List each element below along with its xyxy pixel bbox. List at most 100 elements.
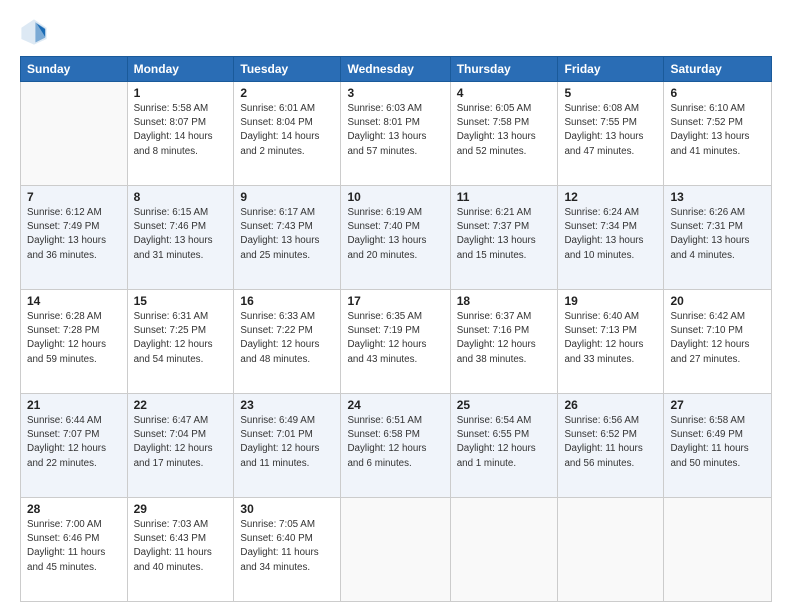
calendar-cell: 27Sunrise: 6:58 AMSunset: 6:49 PMDayligh…	[664, 394, 772, 498]
calendar-cell: 4 Sunrise: 6:05 AMSunset: 7:58 PMDaylight…	[450, 82, 558, 186]
calendar-cell: 17Sunrise: 6:35 AMSunset: 7:19 PMDayligh…	[341, 290, 450, 394]
calendar-cell: 6 Sunrise: 6:10 AMSunset: 7:52 PMDaylight…	[664, 82, 772, 186]
day-info: Sunrise: 6:15 AMSunset: 7:46 PMDaylight:…	[134, 206, 228, 263]
week-row-3: 21 Sunrise: 6:44 AMSunset: 7:07 PMDayligh…	[21, 394, 772, 498]
day-number: 16	[240, 294, 334, 308]
weekday-header-row: SundayMondayTuesdayWednesdayThursdayFrid…	[21, 57, 772, 82]
day-number: 15	[134, 294, 228, 308]
day-info: Sunrise: 6:26 AMSunset: 7:31 PMDaylight:…	[670, 206, 765, 263]
weekday-saturday: Saturday	[664, 57, 772, 82]
day-number: 21	[27, 398, 121, 412]
calendar-cell: 20 Sunrise: 6:42 AMSunset: 7:10 PMDayligh…	[664, 290, 772, 394]
day-info: Sunrise: 6:56 AMSunset: 6:52 PMDaylight:…	[564, 414, 657, 471]
calendar-cell: 14Sunrise: 6:28 AMSunset: 7:28 PMDayligh…	[21, 290, 128, 394]
weekday-wednesday: Wednesday	[341, 57, 450, 82]
logo	[20, 18, 52, 46]
calendar-cell: 12 Sunrise: 6:24 AMSunset: 7:34 PMDayligh…	[558, 186, 664, 290]
week-row-1: 7 Sunrise: 6:12 AMSunset: 7:49 PMDaylight…	[21, 186, 772, 290]
weekday-friday: Friday	[558, 57, 664, 82]
weekday-sunday: Sunday	[21, 57, 128, 82]
day-number: 30	[240, 502, 334, 516]
day-number: 14	[27, 294, 121, 308]
calendar-cell: 13 Sunrise: 6:26 AMSunset: 7:31 PMDayligh…	[664, 186, 772, 290]
day-info: Sunrise: 6:08 AMSunset: 7:55 PMDaylight:…	[564, 102, 657, 159]
calendar-cell: 15 Sunrise: 6:31 AMSunset: 7:25 PMDayligh…	[127, 290, 234, 394]
day-number: 9	[240, 190, 334, 204]
day-info: Sunrise: 6:05 AMSunset: 7:58 PMDaylight:…	[457, 102, 552, 159]
day-number: 13	[670, 190, 765, 204]
day-info: Sunrise: 7:00 AMSunset: 6:46 PMDaylight:…	[27, 518, 121, 575]
day-number: 23	[240, 398, 334, 412]
calendar-cell: 26 Sunrise: 6:56 AMSunset: 6:52 PMDayligh…	[558, 394, 664, 498]
calendar-cell: 7 Sunrise: 6:12 AMSunset: 7:49 PMDaylight…	[21, 186, 128, 290]
week-row-4: 28 Sunrise: 7:00 AMSunset: 6:46 PMDayligh…	[21, 498, 772, 602]
day-info: Sunrise: 6:58 AMSunset: 6:49 PMDaylight:…	[670, 414, 765, 471]
day-number: 2	[240, 86, 334, 100]
day-number: 20	[670, 294, 765, 308]
day-info: Sunrise: 5:58 AMSunset: 8:07 PMDaylight:…	[134, 102, 228, 159]
calendar-cell: 29 Sunrise: 7:03 AMSunset: 6:43 PMDayligh…	[127, 498, 234, 602]
day-number: 8	[134, 190, 228, 204]
calendar-cell: 21 Sunrise: 6:44 AMSunset: 7:07 PMDayligh…	[21, 394, 128, 498]
day-info: Sunrise: 6:12 AMSunset: 7:49 PMDaylight:…	[27, 206, 121, 263]
day-number: 1	[134, 86, 228, 100]
calendar-cell	[341, 498, 450, 602]
day-info: Sunrise: 7:03 AMSunset: 6:43 PMDaylight:…	[134, 518, 228, 575]
day-info: Sunrise: 6:47 AMSunset: 7:04 PMDaylight:…	[134, 414, 228, 471]
calendar-cell: 23 Sunrise: 6:49 AMSunset: 7:01 PMDayligh…	[234, 394, 341, 498]
day-number: 24	[347, 398, 443, 412]
day-info: Sunrise: 6:31 AMSunset: 7:25 PMDaylight:…	[134, 310, 228, 367]
day-info: Sunrise: 6:51 AMSunset: 6:58 PMDaylight:…	[347, 414, 443, 471]
day-number: 12	[564, 190, 657, 204]
calendar-cell: 24 Sunrise: 6:51 AMSunset: 6:58 PMDayligh…	[341, 394, 450, 498]
day-info: Sunrise: 6:35 AMSunset: 7:19 PMDaylight:…	[347, 310, 443, 367]
day-number: 18	[457, 294, 552, 308]
calendar-cell: 10 Sunrise: 6:19 AMSunset: 7:40 PMDayligh…	[341, 186, 450, 290]
calendar-cell	[450, 498, 558, 602]
day-info: Sunrise: 6:17 AMSunset: 7:43 PMDaylight:…	[240, 206, 334, 263]
calendar-cell: 28 Sunrise: 7:00 AMSunset: 6:46 PMDayligh…	[21, 498, 128, 602]
day-number: 10	[347, 190, 443, 204]
calendar-cell: 8 Sunrise: 6:15 AMSunset: 7:46 PMDaylight…	[127, 186, 234, 290]
calendar-cell: 9 Sunrise: 6:17 AMSunset: 7:43 PMDaylight…	[234, 186, 341, 290]
day-info: Sunrise: 6:42 AMSunset: 7:10 PMDaylight:…	[670, 310, 765, 367]
day-number: 22	[134, 398, 228, 412]
day-number: 5	[564, 86, 657, 100]
calendar-cell	[21, 82, 128, 186]
calendar-cell: 19Sunrise: 6:40 AMSunset: 7:13 PMDayligh…	[558, 290, 664, 394]
day-info: Sunrise: 6:19 AMSunset: 7:40 PMDaylight:…	[347, 206, 443, 263]
day-info: Sunrise: 6:54 AMSunset: 6:55 PMDaylight:…	[457, 414, 552, 471]
day-number: 28	[27, 502, 121, 516]
day-info: Sunrise: 6:24 AMSunset: 7:34 PMDaylight:…	[564, 206, 657, 263]
day-number: 25	[457, 398, 552, 412]
day-number: 6	[670, 86, 765, 100]
day-info: Sunrise: 6:49 AMSunset: 7:01 PMDaylight:…	[240, 414, 334, 471]
calendar-cell	[558, 498, 664, 602]
calendar-cell: 16 Sunrise: 6:33 AMSunset: 7:22 PMDayligh…	[234, 290, 341, 394]
day-number: 4	[457, 86, 552, 100]
calendar-cell	[664, 498, 772, 602]
calendar-cell: 11Sunrise: 6:21 AMSunset: 7:37 PMDayligh…	[450, 186, 558, 290]
day-info: Sunrise: 6:10 AMSunset: 7:52 PMDaylight:…	[670, 102, 765, 159]
calendar-cell: 25 Sunrise: 6:54 AMSunset: 6:55 PMDayligh…	[450, 394, 558, 498]
day-number: 3	[347, 86, 443, 100]
day-info: Sunrise: 6:01 AMSunset: 8:04 PMDaylight:…	[240, 102, 334, 159]
day-number: 7	[27, 190, 121, 204]
calendar-cell: 5 Sunrise: 6:08 AMSunset: 7:55 PMDaylight…	[558, 82, 664, 186]
day-number: 19	[564, 294, 657, 308]
day-info: Sunrise: 6:44 AMSunset: 7:07 PMDaylight:…	[27, 414, 121, 471]
day-number: 29	[134, 502, 228, 516]
day-info: Sunrise: 6:33 AMSunset: 7:22 PMDaylight:…	[240, 310, 334, 367]
logo-icon	[20, 18, 48, 46]
calendar-cell: 18Sunrise: 6:37 AMSunset: 7:16 PMDayligh…	[450, 290, 558, 394]
day-info: Sunrise: 7:05 AMSunset: 6:40 PMDaylight:…	[240, 518, 334, 575]
day-info: Sunrise: 6:21 AMSunset: 7:37 PMDaylight:…	[457, 206, 552, 263]
week-row-2: 14Sunrise: 6:28 AMSunset: 7:28 PMDayligh…	[21, 290, 772, 394]
calendar-cell: 3Sunrise: 6:03 AMSunset: 8:01 PMDaylight…	[341, 82, 450, 186]
weekday-thursday: Thursday	[450, 57, 558, 82]
weekday-monday: Monday	[127, 57, 234, 82]
calendar-cell: 22 Sunrise: 6:47 AMSunset: 7:04 PMDayligh…	[127, 394, 234, 498]
calendar-cell: 1 Sunrise: 5:58 AMSunset: 8:07 PMDaylight…	[127, 82, 234, 186]
day-number: 26	[564, 398, 657, 412]
calendar-table: SundayMondayTuesdayWednesdayThursdayFrid…	[20, 56, 772, 602]
